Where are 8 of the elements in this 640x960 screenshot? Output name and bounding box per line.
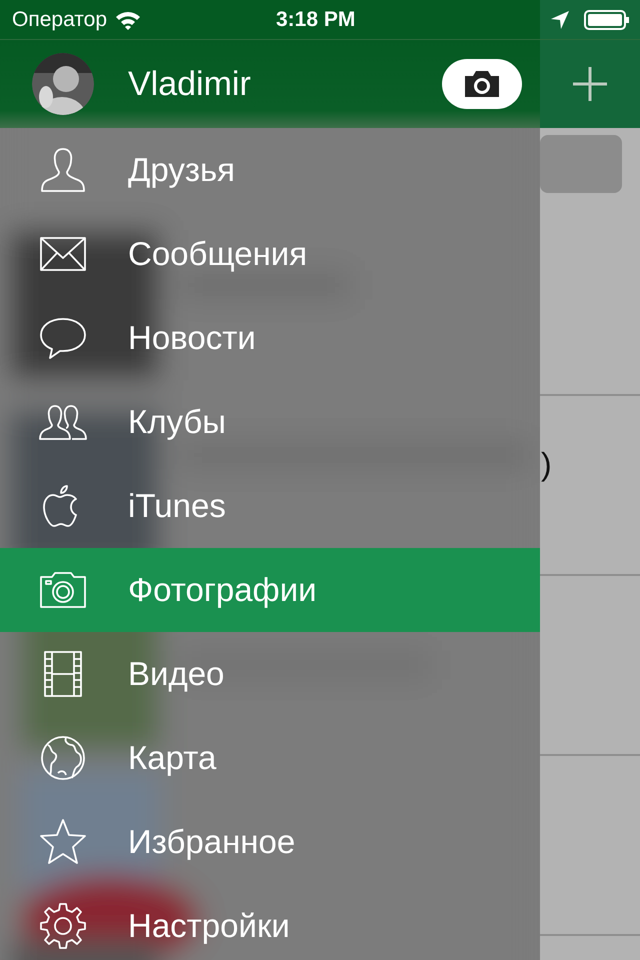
search-field[interactable] bbox=[540, 135, 622, 193]
clock-time: 3:18 PM bbox=[276, 8, 356, 32]
list-text: ) bbox=[541, 446, 552, 483]
carrier-name: Оператор bbox=[12, 8, 108, 32]
location-arrow-icon bbox=[550, 10, 570, 30]
plus-icon[interactable] bbox=[572, 66, 608, 102]
wifi-icon bbox=[115, 10, 142, 30]
battery-icon bbox=[584, 10, 630, 30]
